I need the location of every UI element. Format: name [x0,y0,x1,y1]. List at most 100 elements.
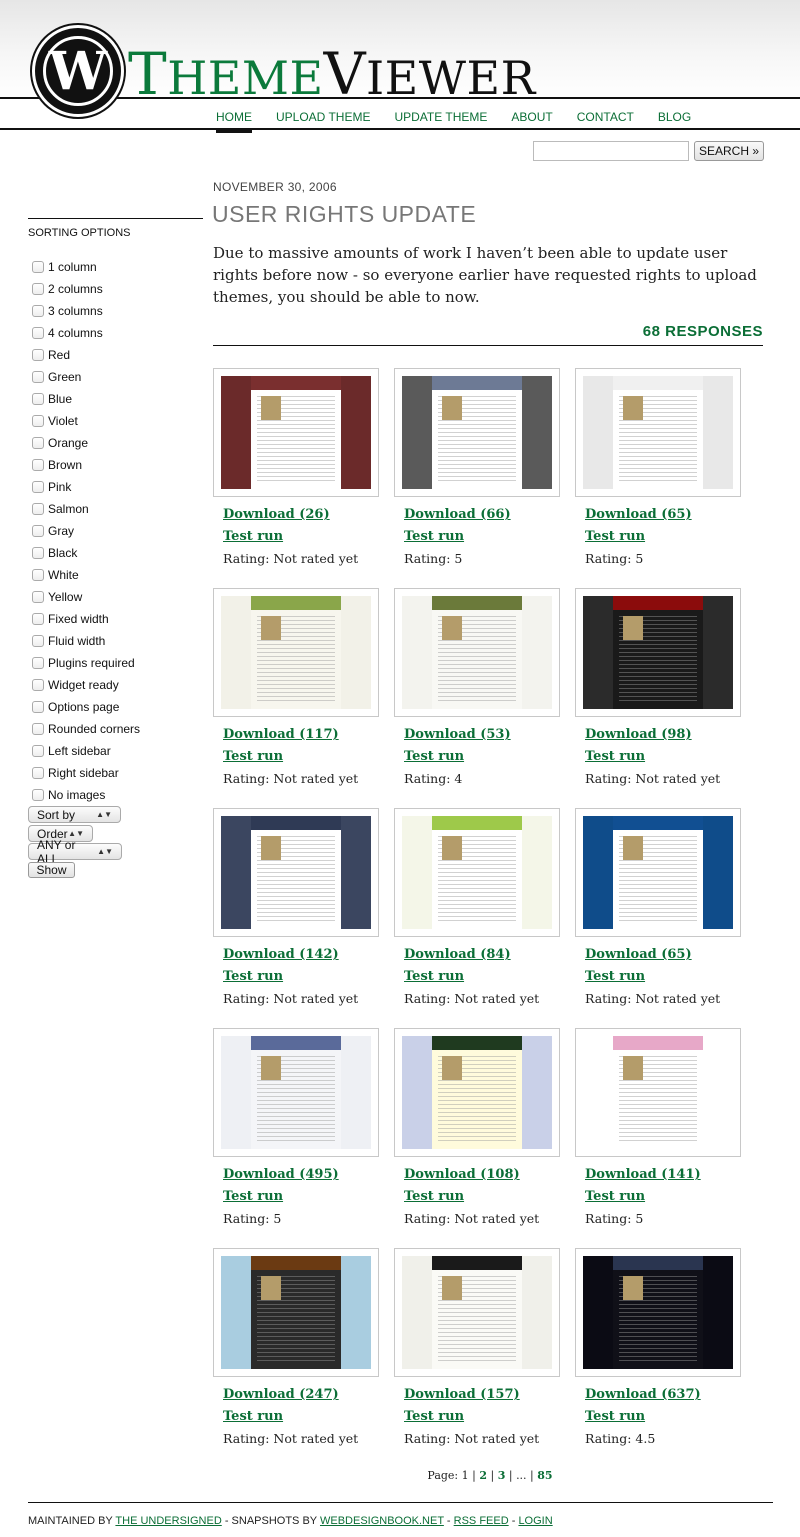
responses-count[interactable]: 68 RESPONSES [213,323,763,346]
checkbox[interactable] [32,547,44,559]
test-run-link[interactable]: Test run [585,1409,745,1424]
checkbox[interactable] [32,283,44,295]
checkbox[interactable] [32,569,44,581]
test-run-link[interactable]: Test run [585,1189,745,1204]
match-select[interactable]: ANY or ALL ▲▼ [28,838,122,866]
sorting-option[interactable]: No images [32,784,140,806]
test-run-link[interactable]: Test run [223,749,383,764]
test-run-link[interactable]: Test run [223,1409,383,1424]
checkbox[interactable] [32,723,44,735]
download-link[interactable]: Download (66) [404,507,564,522]
download-link[interactable]: Download (84) [404,947,564,962]
sorting-option[interactable]: Widget ready [32,674,140,696]
footer-link-webdesignbook[interactable]: WEBDESIGNBOOK.NET [320,1515,444,1527]
checkbox[interactable] [32,327,44,339]
footer-link-undersigned[interactable]: THE UNDERSIGNED [115,1515,221,1527]
sorting-option[interactable]: Red [32,344,140,366]
theme-thumbnail[interactable] [213,588,379,717]
sorting-option[interactable]: Options page [32,696,140,718]
test-run-link[interactable]: Test run [404,969,564,984]
sorting-option[interactable]: Fixed width [32,608,140,630]
checkbox[interactable] [32,701,44,713]
sorting-option[interactable]: 2 columns [32,278,140,300]
theme-thumbnail[interactable] [575,368,741,497]
sorting-option[interactable]: Gray [32,520,140,542]
nav-contact[interactable]: CONTACT [577,108,634,132]
page-link-2[interactable]: 2 [479,1469,487,1482]
theme-thumbnail[interactable] [213,368,379,497]
download-link[interactable]: Download (65) [585,507,745,522]
checkbox[interactable] [32,613,44,625]
sorting-option[interactable]: Brown [32,454,140,476]
show-button[interactable]: Show [28,862,75,878]
test-run-link[interactable]: Test run [223,969,383,984]
download-link[interactable]: Download (108) [404,1167,564,1182]
test-run-link[interactable]: Test run [404,749,564,764]
test-run-link[interactable]: Test run [404,529,564,544]
sorting-option[interactable]: Plugins required [32,652,140,674]
sorting-option[interactable]: 4 columns [32,322,140,344]
checkbox[interactable] [32,437,44,449]
download-link[interactable]: Download (495) [223,1167,383,1182]
checkbox[interactable] [32,767,44,779]
theme-thumbnail[interactable] [394,808,560,937]
sorting-option[interactable]: Green [32,366,140,388]
download-link[interactable]: Download (26) [223,507,383,522]
download-link[interactable]: Download (141) [585,1167,745,1182]
search-input[interactable] [533,141,689,161]
wordpress-logo-icon[interactable]: W [32,25,124,117]
download-link[interactable]: Download (117) [223,727,383,742]
checkbox[interactable] [32,745,44,757]
page-link-last[interactable]: 85 [537,1469,552,1482]
nav-home[interactable]: HOME [216,108,252,133]
checkbox[interactable] [32,481,44,493]
sorting-option[interactable]: Yellow [32,586,140,608]
test-run-link[interactable]: Test run [404,1409,564,1424]
sorting-option[interactable]: Blue [32,388,140,410]
sorting-option[interactable]: Fluid width [32,630,140,652]
sorting-option[interactable]: Pink [32,476,140,498]
theme-thumbnail[interactable] [575,808,741,937]
checkbox[interactable] [32,657,44,669]
download-link[interactable]: Download (637) [585,1387,745,1402]
theme-thumbnail[interactable] [394,368,560,497]
theme-thumbnail[interactable] [575,588,741,717]
sorting-option[interactable]: White [32,564,140,586]
download-link[interactable]: Download (98) [585,727,745,742]
page-link-3[interactable]: 3 [498,1469,506,1482]
search-button[interactable]: SEARCH » [694,141,764,161]
checkbox[interactable] [32,305,44,317]
checkbox[interactable] [32,679,44,691]
nav-blog[interactable]: BLOG [658,108,691,132]
sorting-option[interactable]: 3 columns [32,300,140,322]
checkbox[interactable] [32,635,44,647]
checkbox[interactable] [32,789,44,801]
sorting-option[interactable]: Violet [32,410,140,432]
checkbox[interactable] [32,415,44,427]
download-link[interactable]: Download (247) [223,1387,383,1402]
theme-thumbnail[interactable] [213,1028,379,1157]
checkbox[interactable] [32,591,44,603]
checkbox[interactable] [32,261,44,273]
test-run-link[interactable]: Test run [223,1189,383,1204]
checkbox[interactable] [32,349,44,361]
checkbox[interactable] [32,459,44,471]
checkbox[interactable] [32,393,44,405]
sorting-option[interactable]: Left sidebar [32,740,140,762]
site-title[interactable]: THEMEVIEWER [128,44,536,105]
nav-update-theme[interactable]: UPDATE THEME [394,108,487,132]
sorting-option[interactable]: Black [32,542,140,564]
test-run-link[interactable]: Test run [223,529,383,544]
sorting-option[interactable]: 1 column [32,256,140,278]
checkbox[interactable] [32,371,44,383]
download-link[interactable]: Download (157) [404,1387,564,1402]
test-run-link[interactable]: Test run [585,749,745,764]
sorting-option[interactable]: Rounded corners [32,718,140,740]
post-title[interactable]: USER RIGHTS UPDATE [212,201,476,228]
test-run-link[interactable]: Test run [404,1189,564,1204]
download-link[interactable]: Download (142) [223,947,383,962]
theme-thumbnail[interactable] [213,808,379,937]
sorting-option[interactable]: Salmon [32,498,140,520]
nav-upload-theme[interactable]: UPLOAD THEME [276,108,370,132]
nav-about[interactable]: ABOUT [511,108,552,132]
